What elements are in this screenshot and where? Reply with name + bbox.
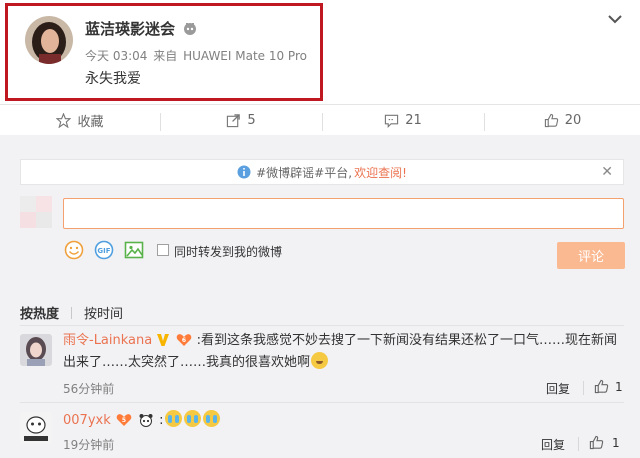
post-meta: 今天 03:04 来自 HUAWEI Mate 10 Pro bbox=[85, 47, 309, 64]
star-icon bbox=[56, 112, 72, 128]
divider bbox=[20, 325, 624, 326]
comment-like-count: 1 bbox=[615, 380, 623, 394]
chevron-down-icon[interactable] bbox=[606, 12, 624, 26]
comment-button[interactable]: 21 bbox=[323, 105, 483, 135]
post-time[interactable]: 今天 03:04 bbox=[85, 49, 147, 63]
tab-sort-hot[interactable]: 按热度 bbox=[20, 307, 59, 322]
notice-link[interactable]: 欢迎查阅! bbox=[354, 164, 407, 181]
repost-icon bbox=[227, 113, 241, 127]
repost-count: 5 bbox=[247, 112, 256, 128]
weibo-post: 蓝洁瑛影迷会 今天 03:04 来自 HUAWEI Mate 10 Pro 永失… bbox=[0, 0, 640, 458]
divider bbox=[583, 381, 584, 395]
comment-input[interactable] bbox=[63, 198, 624, 229]
fan-badge-icon: 6 bbox=[176, 334, 191, 346]
svg-text:5: 5 bbox=[122, 417, 126, 424]
thumbs-up-icon[interactable] bbox=[589, 435, 604, 450]
tab-sort-time[interactable]: 按时间 bbox=[84, 307, 123, 322]
comment-time: 19分钟前 bbox=[63, 438, 115, 452]
repost-checkbox-label[interactable]: 同时转发到我的微博 bbox=[174, 243, 282, 260]
crying-emoji-icon bbox=[183, 410, 201, 427]
reply-button[interactable]: 回复 bbox=[541, 436, 565, 453]
avatar[interactable] bbox=[25, 16, 73, 64]
svg-text:GIF: GIF bbox=[97, 247, 110, 255]
shy-emoji-icon bbox=[311, 352, 329, 369]
comment-username[interactable]: 雨令-Lainkana bbox=[63, 333, 152, 348]
submit-comment-button[interactable]: 评论 bbox=[557, 242, 625, 269]
post-device[interactable]: HUAWEI Mate 10 Pro bbox=[183, 49, 307, 63]
favorite-label: 收藏 bbox=[77, 114, 104, 130]
post-username[interactable]: 蓝洁瑛影迷会 bbox=[85, 18, 175, 39]
divider bbox=[20, 402, 624, 403]
image-icon[interactable] bbox=[124, 240, 144, 260]
svg-text:6: 6 bbox=[181, 337, 185, 344]
thumbs-up-icon[interactable] bbox=[594, 379, 609, 394]
favorite-button[interactable]: 收藏 bbox=[0, 105, 160, 135]
comment-text: : bbox=[159, 413, 164, 428]
panda-badge-icon bbox=[139, 414, 153, 427]
my-avatar bbox=[20, 196, 52, 228]
comment-username[interactable]: 007yxk bbox=[63, 413, 111, 428]
comment-text-line2: 出来了……太突然了……我真的很喜欢她啊 bbox=[63, 355, 311, 370]
thumbs-up-icon bbox=[544, 113, 558, 127]
notice-text: #微博辟谣#平台, bbox=[256, 165, 353, 180]
like-button[interactable]: 20 bbox=[485, 105, 640, 135]
reply-button[interactable]: 回复 bbox=[546, 380, 570, 397]
post-via: 来自 bbox=[153, 49, 178, 63]
comment-like-count: 1 bbox=[612, 436, 620, 450]
member-badge-icon[interactable] bbox=[182, 20, 198, 36]
emoji-icon[interactable] bbox=[64, 240, 84, 260]
comment-icon bbox=[385, 114, 399, 128]
comment-count: 21 bbox=[405, 112, 422, 128]
divider bbox=[71, 307, 73, 319]
action-bar: 收藏 5 21 20 bbox=[0, 104, 640, 134]
comment-text-line1: :看到这条我感觉不妙去搜了一下新闻没有结果还松了一口气……现在新闻 bbox=[196, 333, 618, 348]
comment-time: 56分钟前 bbox=[63, 382, 115, 396]
info-icon bbox=[237, 165, 251, 179]
comment-avatar[interactable] bbox=[20, 334, 52, 366]
repost-button[interactable]: 5 bbox=[161, 105, 321, 135]
post-text: 永失我爱 bbox=[85, 71, 141, 87]
verified-v-icon bbox=[157, 334, 170, 346]
like-count: 20 bbox=[564, 112, 582, 128]
comment-avatar[interactable] bbox=[20, 412, 52, 444]
repost-checkbox[interactable] bbox=[157, 244, 169, 256]
gif-icon[interactable]: GIF bbox=[94, 240, 114, 260]
close-icon[interactable]: ✕ bbox=[601, 164, 613, 180]
crying-emoji-icon bbox=[164, 410, 182, 427]
fan-badge-icon: 5 bbox=[116, 414, 132, 426]
crying-emoji-icon bbox=[202, 410, 220, 427]
comment-body: 007yxk 5 : bbox=[63, 410, 221, 432]
sort-tabs: 按热度 按时间 bbox=[20, 303, 123, 322]
comment-body: 雨令-Lainkana 6 :看到这条我感觉不妙去搜了一下新闻没有结果还松了一口… bbox=[63, 330, 623, 374]
rumor-notice: #微博辟谣#平台, 欢迎查阅! ✕ bbox=[20, 159, 624, 185]
divider bbox=[578, 437, 579, 451]
